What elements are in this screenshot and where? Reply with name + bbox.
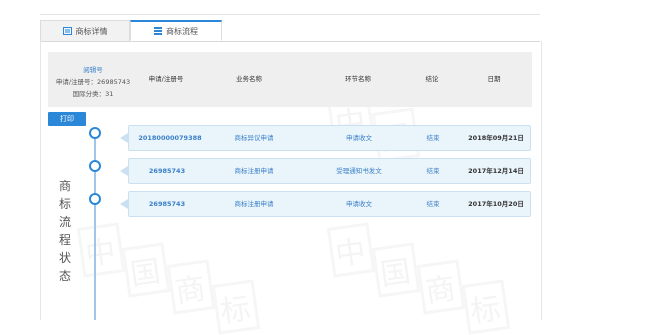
- reg-number-info: 申请/注册号：26985743: [55, 78, 131, 86]
- flow-row[interactable]: 20180000079388 商标异议申请 申请收文 结束 2018年09月21…: [128, 125, 531, 151]
- side-title-char: 程: [58, 233, 71, 247]
- col-header-reg-no: 申请/注册号: [148, 75, 184, 83]
- row-result: 结束: [426, 200, 440, 208]
- col-header-result: 结论: [425, 75, 439, 83]
- tab-trademark-flow[interactable]: 商标流程: [130, 20, 222, 41]
- flow-row[interactable]: 26985743 商标注册申请 申请收文 结束 2017年10月20日: [128, 191, 531, 217]
- list-icon: [154, 27, 162, 35]
- side-title-char: 标: [58, 197, 71, 211]
- side-title-char: 商: [58, 179, 71, 193]
- watermark-seal: 中: [76, 222, 126, 278]
- tab-label: 商标详情: [75, 26, 108, 36]
- row-date: 2017年10月20日: [468, 200, 524, 208]
- col-header-business: 业务名称: [236, 75, 262, 83]
- row-result: 结束: [426, 167, 440, 175]
- lang-link[interactable]: 阅辑号: [48, 64, 138, 74]
- flow-row[interactable]: 26985743 商标注册申请 受理通知书发文 结束 2017年12月14日: [128, 158, 531, 184]
- trademark-summary: 阅辑号 申请/注册号：26985743 国际分类：31: [48, 52, 138, 107]
- side-title: 商 标 流 程 状 态: [53, 177, 77, 285]
- row-step: 受理通知书发文: [336, 167, 382, 175]
- col-header-date: 日期: [487, 75, 501, 83]
- row-reg-no[interactable]: 26985743: [133, 192, 201, 216]
- document-icon: [62, 27, 72, 35]
- row-step: 申请收文: [346, 200, 372, 208]
- row-pointer: [120, 199, 128, 209]
- row-step: 申请收文: [346, 134, 372, 142]
- row-date: 2018年09月21日: [468, 134, 524, 142]
- row-date: 2017年12月14日: [468, 167, 524, 175]
- row-pointer: [120, 133, 128, 143]
- class-info: 国际分类：31: [72, 90, 114, 98]
- side-title-char: 状: [58, 251, 71, 265]
- tab-trademark-detail[interactable]: 商标详情: [40, 20, 130, 41]
- side-title-char: 流: [58, 215, 71, 229]
- row-business: 商标注册申请: [234, 167, 274, 175]
- watermark-seal: 中: [326, 222, 376, 278]
- timeline-node: [89, 193, 101, 205]
- print-button[interactable]: 打印: [48, 112, 86, 126]
- row-reg-no[interactable]: 26985743: [133, 159, 201, 183]
- watermark-seal: 标: [461, 279, 511, 335]
- row-business: 商标注册申请: [234, 200, 274, 208]
- watermark-seal: 商: [416, 259, 466, 315]
- watermark-seal: 国: [121, 242, 171, 298]
- row-reg-no[interactable]: 20180000079388: [133, 126, 207, 150]
- row-business: 商标异议申请: [234, 134, 274, 142]
- side-title-char: 态: [58, 269, 71, 283]
- col-header-step: 环节名称: [345, 75, 371, 83]
- tab-label: 商标流程: [166, 26, 198, 36]
- top-divider: [40, 14, 540, 15]
- trademark-flow-page: 商标详情 商标流程 中 国 商 标 中 国 商 标 中 国 阅辑号 申请/注册号…: [0, 0, 653, 335]
- tab-bar: 商标详情 商标流程: [40, 20, 540, 42]
- row-pointer: [120, 166, 128, 176]
- table-header: 阅辑号 申请/注册号：26985743 国际分类：31 申请/注册号 业务名称 …: [48, 52, 532, 107]
- timeline-node: [89, 127, 101, 139]
- timeline-line: [94, 130, 96, 320]
- watermark-seal: 标: [211, 279, 261, 335]
- watermark-seal: 商: [166, 259, 216, 315]
- timeline-node: [89, 160, 101, 172]
- watermark-seal: 国: [371, 242, 421, 298]
- row-result: 结束: [426, 134, 440, 142]
